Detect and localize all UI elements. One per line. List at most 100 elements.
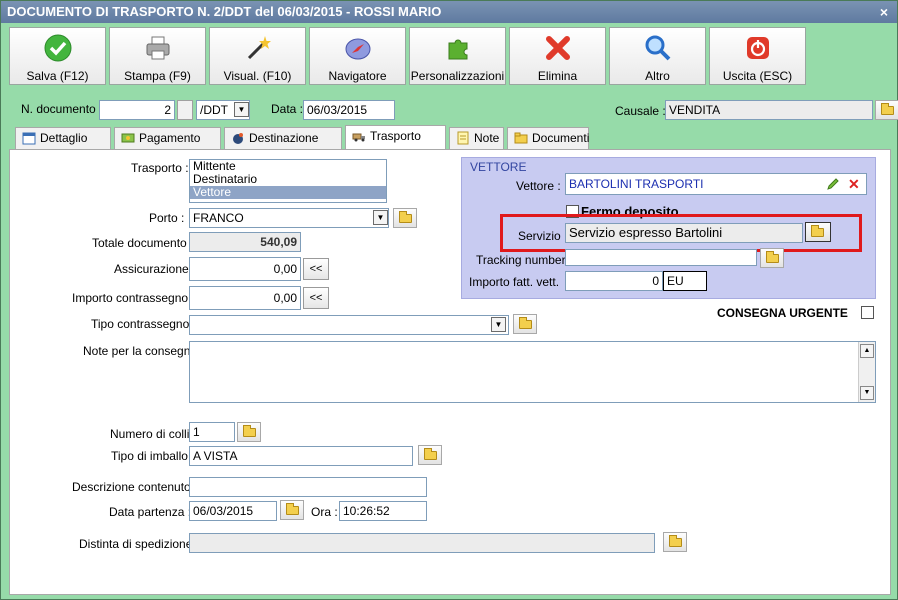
totale-field: 540,09 <box>189 232 301 252</box>
tipo-contrassegno-select[interactable] <box>189 315 509 335</box>
close-icon[interactable]: × <box>876 4 892 20</box>
delete-label: Elimina <box>537 69 578 83</box>
distinta-folder-button[interactable] <box>663 532 687 552</box>
date-field[interactable]: 06/03/2015 <box>303 100 395 120</box>
data-partenza-field[interactable]: 06/03/2015 <box>189 501 277 521</box>
consegna-urgente-checkbox[interactable] <box>861 306 874 319</box>
porto-label: Porto : <box>149 211 185 225</box>
causale-folder-button[interactable] <box>875 100 898 120</box>
visual-label: Visual. (F10) <box>223 69 292 83</box>
clear-icon[interactable]: ✕ <box>848 177 860 191</box>
vettore-field[interactable]: BARTOLINI TRASPORTI <box>565 173 867 195</box>
navigator-label: Navigatore <box>328 69 387 83</box>
chevron-down-icon[interactable]: ▼ <box>373 210 388 225</box>
truck-icon <box>352 133 365 142</box>
importo-vettore-label: Importo fatt. vett. <box>469 275 560 289</box>
contrassegno-field[interactable]: 0,00 <box>189 286 301 310</box>
folder-icon <box>519 317 532 329</box>
tab-dettaglio[interactable]: Dettaglio (F5) <box>15 127 111 165</box>
trasporto-label: Trasporto : <box>131 161 189 175</box>
ora-label: Ora : <box>311 505 338 519</box>
doc-number-field[interactable]: 2 <box>99 100 175 120</box>
tracking-folder-button[interactable] <box>760 248 784 268</box>
tab-pagamento[interactable]: Pagamento (F6) <box>114 127 221 165</box>
visual-button[interactable]: Visual. (F10) <box>209 27 306 85</box>
customize-label: Personalizzazioni <box>410 69 505 83</box>
date-label: Data : <box>271 102 304 116</box>
scroll-down-icon[interactable]: ▼ <box>860 386 874 400</box>
servizio-field[interactable]: Servizio espresso Bartolini <box>565 223 803 243</box>
fermo-deposito-label: Fermo deposito <box>581 204 679 219</box>
save-button[interactable]: Salva (F12) <box>9 27 106 85</box>
assicurazione-calc-button[interactable]: << <box>303 258 329 280</box>
print-button[interactable]: Stampa (F9) <box>109 27 206 85</box>
doc-number-label: N. documento : <box>21 102 103 116</box>
tab-note[interactable]: Note <box>449 127 504 149</box>
folder-icon <box>424 448 437 460</box>
customize-button[interactable]: Personalizzazioni <box>409 27 506 85</box>
colli-field[interactable]: 1 <box>189 422 235 442</box>
x-icon <box>546 36 570 60</box>
trasporto-listbox[interactable]: Mittente Destinatario Vettore <box>189 159 387 203</box>
scrollbar[interactable]: ▲ ▼ <box>858 342 875 402</box>
contrassegno-calc-button[interactable]: << <box>303 287 329 309</box>
exit-button[interactable]: Uscita (ESC) <box>709 27 806 85</box>
fermo-deposito-checkbox[interactable] <box>566 205 579 218</box>
tracking-label: Tracking number : <box>476 253 573 267</box>
tracking-field[interactable] <box>565 249 757 266</box>
magic-wand-icon <box>247 36 271 60</box>
other-label: Altro <box>645 69 670 83</box>
ora-field[interactable]: 10:26:52 <box>339 501 427 521</box>
note-consegna-textarea[interactable]: ▲ ▼ <box>189 341 876 403</box>
document-window: DOCUMENTO DI TRASPORTO N. 2/DDT del 06/0… <box>0 0 898 600</box>
chevron-down-icon[interactable]: ▼ <box>234 102 249 117</box>
assicurazione-field[interactable]: 0,00 <box>189 257 301 281</box>
window-titlebar: DOCUMENTO DI TRASPORTO N. 2/DDT del 06/0… <box>1 1 897 23</box>
edit-icon[interactable] <box>826 177 840 191</box>
valuta-field[interactable]: EU <box>663 271 707 291</box>
descrizione-field[interactable] <box>189 477 427 497</box>
window-title: DOCUMENTO DI TRASPORTO N. 2/DDT del 06/0… <box>7 4 442 19</box>
tipo-contrassegno-folder-button[interactable] <box>513 314 537 334</box>
folder-icon <box>286 503 299 515</box>
list-item-selected[interactable]: Vettore <box>190 186 386 199</box>
navigator-button[interactable]: Navigatore <box>309 27 406 85</box>
folder-icon <box>766 251 779 263</box>
folder-icon <box>514 132 528 144</box>
tipo-contrassegno-label: Tipo contrassegno : <box>91 317 196 331</box>
servizio-folder-button[interactable] <box>805 222 831 242</box>
doc-number-button[interactable] <box>177 100 193 120</box>
colli-folder-button[interactable] <box>237 422 261 442</box>
porto-folder-button[interactable] <box>393 208 417 228</box>
causale-field[interactable]: VENDITA <box>665 100 873 120</box>
exit-label: Uscita (ESC) <box>722 69 793 83</box>
save-label: Salva (F12) <box>26 69 89 83</box>
delete-button[interactable]: Elimina <box>509 27 606 85</box>
consegna-urgente-label: CONSEGNA URGENTE <box>717 306 848 320</box>
assicurazione-label: Assicurazione : <box>114 262 196 276</box>
tab-trasporto[interactable]: Trasporto (F8) <box>345 125 446 163</box>
money-icon <box>121 133 135 143</box>
data-partenza-folder-button[interactable] <box>280 500 304 520</box>
imballo-folder-button[interactable] <box>418 445 442 465</box>
vettore-label: Vettore : <box>516 179 561 193</box>
distinta-label: Distinta di spedizione : <box>79 537 200 551</box>
chevron-down-icon[interactable]: ▼ <box>491 317 506 332</box>
imballo-label: Tipo di imballo : <box>111 449 195 463</box>
other-button[interactable]: Altro <box>609 27 706 85</box>
porto-select[interactable]: FRANCO <box>189 208 389 228</box>
importo-vettore-field[interactable]: 0 <box>565 271 663 291</box>
imballo-field[interactable]: A VISTA <box>189 446 413 466</box>
distinta-field[interactable] <box>189 533 655 553</box>
search-icon <box>645 35 671 61</box>
servizio-label: Servizio : <box>518 229 568 243</box>
check-icon <box>44 34 72 62</box>
folder-icon <box>399 211 412 223</box>
puzzle-icon <box>448 39 468 60</box>
scroll-up-icon[interactable]: ▲ <box>860 344 874 358</box>
tab-documenti-label: Documenti <box>532 131 590 145</box>
causale-label: Causale : <box>615 104 666 118</box>
tab-documenti[interactable]: Documenti <box>507 127 589 149</box>
tab-destinazione[interactable]: Destinazione (F7) <box>224 127 342 165</box>
note-icon <box>457 131 469 145</box>
